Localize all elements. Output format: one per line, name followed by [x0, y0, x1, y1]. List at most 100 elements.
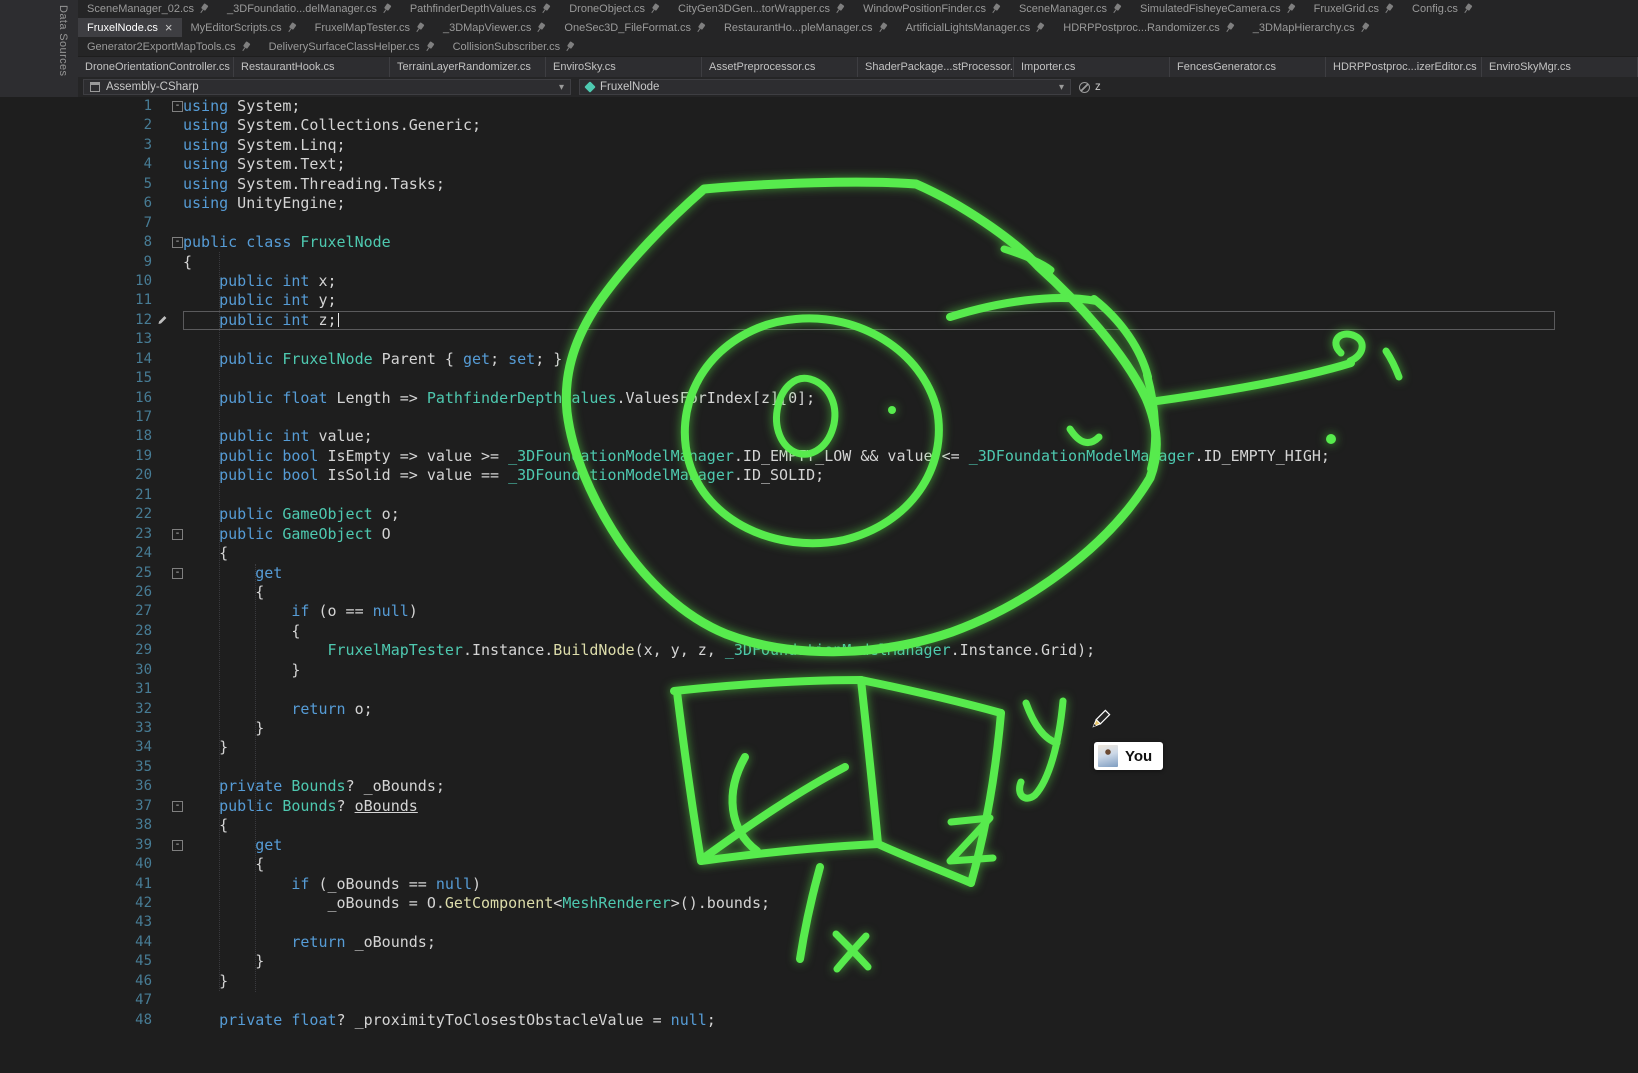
- pin-icon[interactable]: [1222, 20, 1237, 36]
- pin-icon[interactable]: [875, 20, 890, 36]
- pin-icon[interactable]: [693, 20, 708, 36]
- fold-gutter: [152, 194, 183, 213]
- code-text: public GameObject O: [183, 525, 391, 544]
- line-number: 42: [0, 894, 152, 913]
- pin-icon[interactable]: [422, 39, 437, 55]
- editor-tab[interactable]: SceneManager_02.cs: [78, 0, 218, 18]
- code-line: 1-using System;: [0, 97, 1638, 116]
- tab-label: ArtificialLightsManager.cs: [906, 22, 1031, 34]
- editor-tab[interactable]: ShaderPackage...stProcessor.cs: [858, 57, 1014, 77]
- editor-tab[interactable]: SceneManager.cs: [1010, 0, 1131, 18]
- pin-icon[interactable]: [1109, 1, 1124, 17]
- pin-icon[interactable]: [1382, 1, 1397, 17]
- pin-icon[interactable]: [539, 1, 554, 17]
- code-text: {: [183, 253, 192, 272]
- fold-collapse-icon[interactable]: -: [172, 101, 183, 112]
- editor-tab[interactable]: EnviroSkyMgr.cs: [1482, 57, 1638, 77]
- code-line: 6using UnityEngine;: [0, 194, 1638, 213]
- pin-icon[interactable]: [534, 20, 549, 36]
- editor-tab[interactable]: _3DMapHierarchy.cs: [1244, 18, 1379, 37]
- code-line: 8-public class FruxelNode: [0, 233, 1638, 252]
- pin-icon[interactable]: [988, 1, 1003, 17]
- code-editor[interactable]: 1-using System;2using System.Collections…: [0, 97, 1638, 1073]
- line-number: 8: [0, 233, 152, 252]
- tab-label: DeliverySurfaceClassHelper.cs: [269, 41, 420, 53]
- editor-tab[interactable]: _3DMapViewer.cs: [434, 18, 555, 37]
- line-number: 19: [0, 447, 152, 466]
- code-text: get: [183, 836, 282, 855]
- code-text: }: [183, 661, 300, 680]
- fold-gutter: [152, 641, 183, 660]
- line-number: 36: [0, 777, 152, 796]
- annotator-name-chip: You: [1094, 742, 1163, 770]
- editor-tab[interactable]: HDRPPostproc...Randomizer.cs: [1054, 18, 1244, 37]
- editor-tab[interactable]: FruxelGrid.cs: [1305, 0, 1403, 18]
- editor-tab[interactable]: CityGen3DGen...torWrapper.cs: [669, 0, 854, 18]
- editor-tab[interactable]: Config.cs: [1403, 0, 1482, 18]
- pin-icon[interactable]: [1283, 1, 1298, 17]
- code-line: 2using System.Collections.Generic;: [0, 116, 1638, 135]
- data-sources-tab[interactable]: Data Sources: [57, 5, 69, 76]
- editor-tab[interactable]: SimulatedFisheyeCamera.cs: [1131, 0, 1305, 18]
- code-text: private Bounds? _oBounds;: [183, 777, 445, 796]
- fold-gutter: [152, 505, 183, 524]
- editor-tab[interactable]: DroneObject.cs: [560, 0, 669, 18]
- editor-tab[interactable]: FruxelMapTester.cs: [306, 18, 434, 37]
- code-line: 40 {: [0, 855, 1638, 874]
- pin-icon[interactable]: [1357, 20, 1372, 36]
- editor-tab[interactable]: Importer.cs: [1014, 57, 1170, 77]
- pin-icon[interactable]: [1460, 1, 1475, 17]
- line-number: 39: [0, 836, 152, 855]
- member-dropdown[interactable]: z: [1079, 81, 1101, 93]
- pin-icon[interactable]: [238, 39, 253, 55]
- editor-tab[interactable]: WindowPositionFinder.cs: [854, 0, 1010, 18]
- editor-tab[interactable]: TerrainLayerRandomizer.cs: [390, 57, 546, 77]
- fold-gutter: [152, 738, 183, 757]
- editor-tab[interactable]: HDRPPostproc...izerEditor.cs: [1326, 57, 1482, 77]
- pin-icon[interactable]: [647, 1, 662, 17]
- editor-tab[interactable]: DeliverySurfaceClassHelper.cs: [260, 37, 444, 56]
- fold-collapse-icon[interactable]: -: [172, 801, 183, 812]
- editor-tab[interactable]: FruxelNode.cs×: [78, 18, 182, 37]
- code-line: 48 private float? _proximityToClosestObs…: [0, 1011, 1638, 1030]
- fold-collapse-icon[interactable]: -: [172, 840, 183, 851]
- fold-collapse-icon[interactable]: -: [172, 529, 183, 540]
- code-line: 18 public int value;: [0, 427, 1638, 446]
- pin-icon[interactable]: [412, 20, 427, 36]
- editor-tab[interactable]: ArtificialLightsManager.cs: [897, 18, 1055, 37]
- editor-tab[interactable]: FencesGenerator.cs: [1170, 57, 1326, 77]
- editor-tab[interactable]: OneSec3D_FileFormat.cs: [555, 18, 715, 37]
- editor-tab[interactable]: _3DFoundatio...delManager.cs: [218, 0, 401, 18]
- fold-collapse-icon[interactable]: -: [172, 568, 183, 579]
- tab-label: FruxelMapTester.cs: [315, 22, 410, 34]
- pin-icon[interactable]: [379, 1, 394, 17]
- code-text: }: [183, 972, 228, 991]
- code-text: {: [183, 583, 264, 602]
- pin-icon[interactable]: [196, 1, 211, 17]
- type-dropdown[interactable]: FruxelNode ▾: [579, 79, 1071, 95]
- close-tab-icon[interactable]: ×: [165, 21, 173, 34]
- code-text: get: [183, 564, 282, 583]
- editor-tab[interactable]: RestaurantHo...pleManager.cs: [715, 18, 897, 37]
- editor-tab[interactable]: CollisionSubscriber.cs: [444, 37, 585, 56]
- code-line: 38 {: [0, 816, 1638, 835]
- fold-gutter: -: [152, 97, 183, 116]
- project-dropdown[interactable]: Assembly-CSharp ▾: [83, 79, 571, 95]
- code-line: 23- public GameObject O: [0, 525, 1638, 544]
- editor-tab[interactable]: Generator2ExportMapTools.cs: [78, 37, 260, 56]
- pin-icon[interactable]: [1033, 20, 1048, 36]
- editor-tab[interactable]: AssetPreprocessor.cs: [702, 57, 858, 77]
- editor-tab[interactable]: RestaurantHook.cs: [234, 57, 390, 77]
- code-line: 35: [0, 758, 1638, 777]
- pin-icon[interactable]: [563, 39, 578, 55]
- fold-gutter: -: [152, 797, 183, 816]
- editor-tab[interactable]: PathfinderDepthValues.cs: [401, 0, 560, 18]
- fold-gutter: -: [152, 233, 183, 252]
- pin-icon[interactable]: [284, 20, 299, 36]
- line-number: 1: [0, 97, 152, 116]
- fold-collapse-icon[interactable]: -: [172, 237, 183, 248]
- editor-tab[interactable]: DroneOrientationController.cs: [78, 57, 234, 77]
- pin-icon[interactable]: [833, 1, 848, 17]
- editor-tab[interactable]: EnviroSky.cs: [546, 57, 702, 77]
- editor-tab[interactable]: MyEditorScripts.cs: [182, 18, 306, 37]
